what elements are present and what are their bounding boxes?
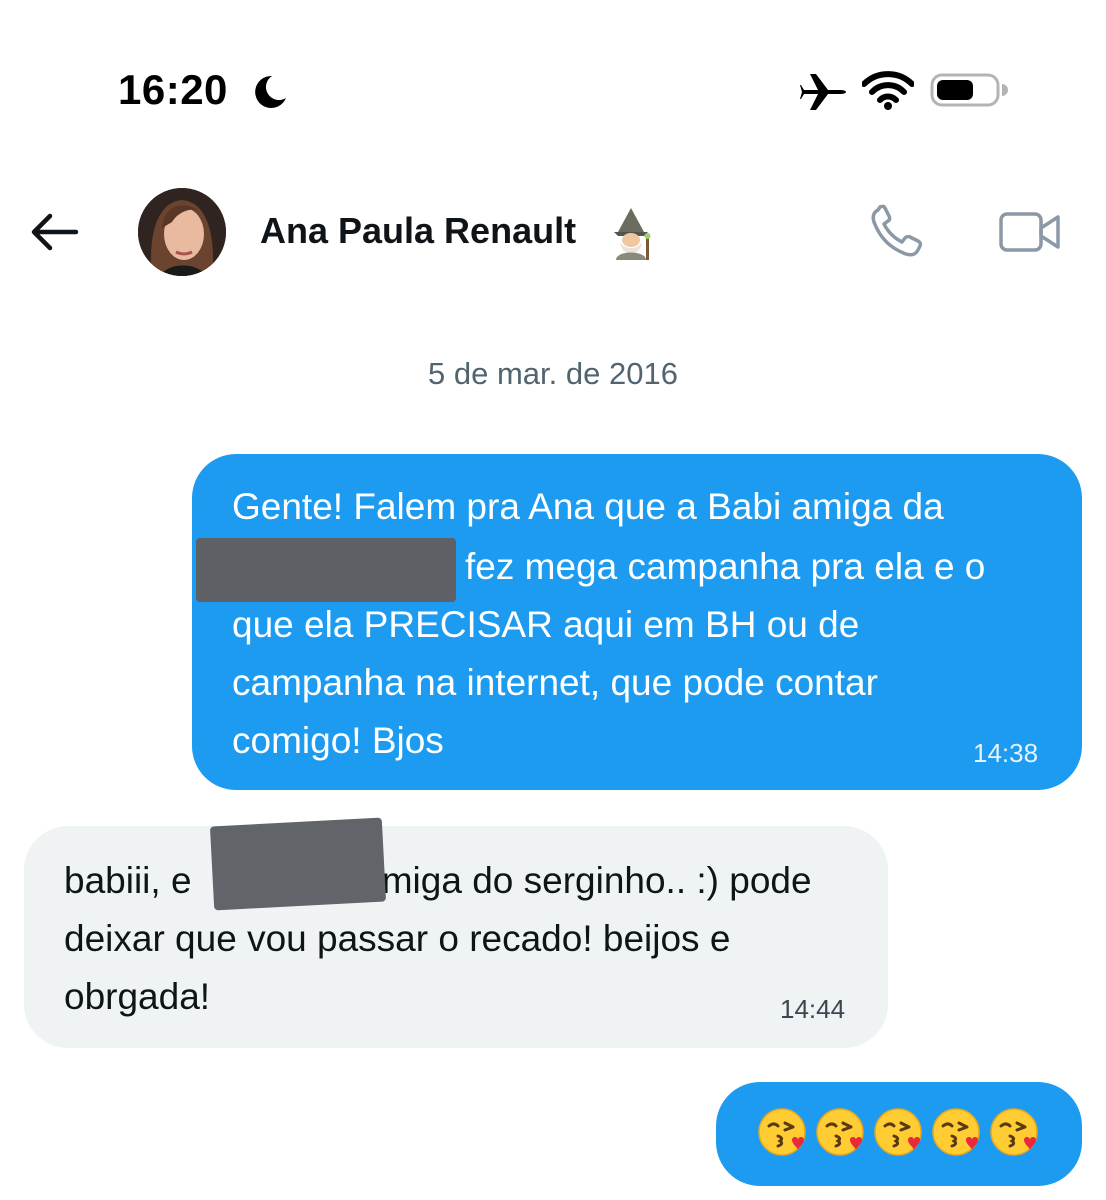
message-line: n, amiga do serginho.. :) pode — [320, 860, 812, 901]
kiss-emoji-icon — [932, 1108, 980, 1156]
redacted-block — [209, 817, 387, 911]
message-timestamp: 14:38 — [973, 738, 1039, 768]
kiss-emoji-icon — [874, 1108, 922, 1156]
date-separator: 5 de mar. de 2016 — [428, 356, 678, 391]
kiss-emoji-icon — [816, 1108, 864, 1156]
wifi-icon — [862, 71, 914, 110]
contact-avatar[interactable] — [138, 188, 226, 276]
avatar-photo — [138, 188, 226, 276]
back-arrow-icon[interactable] — [28, 210, 80, 254]
kiss-emoji-icon — [758, 1108, 806, 1156]
moon-icon — [255, 75, 286, 108]
message-line: que ela PRECISAR aqui em BH ou de — [232, 604, 860, 645]
airplane-icon — [800, 74, 846, 110]
redacted-block — [196, 538, 456, 602]
message-line: Gente! Falem pra Ana que a Babi amiga da — [232, 486, 944, 527]
video-call-icon[interactable] — [998, 208, 1062, 256]
outgoing-emoji-bubble[interactable] — [716, 1082, 1082, 1186]
message-line: campanha na internet, que pode contar — [232, 662, 878, 703]
message-line: babiii, e — [64, 860, 192, 901]
message-line: deixar que vou passar o recado! beijos e — [64, 918, 731, 959]
message-timestamp: 14:44 — [780, 994, 846, 1024]
contact-name[interactable]: Ana Paula Renault — [260, 210, 576, 252]
kiss-emoji-icon — [990, 1108, 1038, 1156]
emoji-row — [756, 1106, 1040, 1158]
message-line: comigo! Bjos — [232, 720, 444, 761]
message-line: obrgada! — [64, 976, 211, 1017]
mage-icon — [614, 208, 651, 260]
outgoing-message-bubble[interactable]: Gente! Falem pra Ana que a Babi amiga da… — [192, 454, 1082, 790]
status-time: 16:20 — [118, 66, 228, 113]
incoming-message-bubble[interactable]: babiii, e n, amiga do serginho.. :) pode… — [24, 817, 888, 1048]
battery-icon — [930, 73, 1008, 107]
phone-call-icon[interactable] — [868, 204, 926, 260]
message-line: fez mega campanha pra ela e o — [465, 546, 986, 587]
